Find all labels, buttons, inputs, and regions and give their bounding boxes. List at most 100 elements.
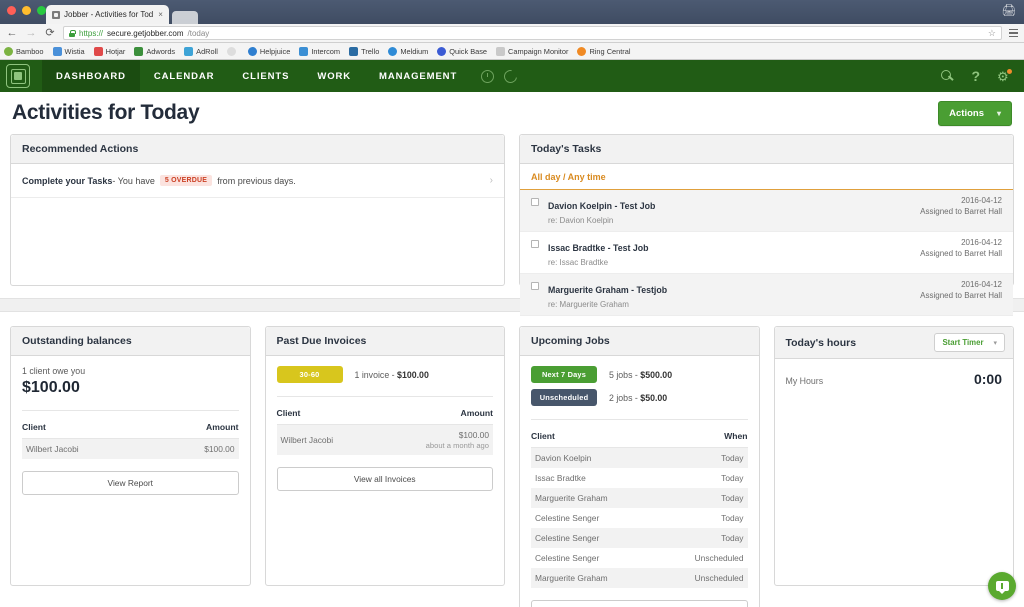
cell-client: Celestine Senger <box>535 513 600 523</box>
past-due-table: Client Amount Wilbert Jacobi $100.00 about… <box>276 405 493 455</box>
help-icon[interactable]: ? <box>971 69 980 83</box>
menu-icon[interactable] <box>1009 28 1018 38</box>
forward-button[interactable]: → <box>25 27 37 39</box>
actions-button[interactable]: Actions ▾ <box>938 100 1012 126</box>
bookmark-item[interactable]: Helpjuice <box>247 46 291 56</box>
recommended-action-item[interactable]: Complete your Tasks - You have 5 OVERDUE… <box>11 164 504 198</box>
bookmark-item[interactable]: Bamboo <box>4 46 44 56</box>
jobs-filter-row[interactable]: Unscheduled 2 jobs - $50.00 <box>531 389 748 406</box>
todays-tasks-title: Today's Tasks <box>520 135 1013 164</box>
past-due-filter-row[interactable]: 30-60 1 invoice - $100.00 <box>276 366 494 383</box>
jobs-filter-row[interactable]: Next 7 Days 5 jobs - $500.00 <box>531 366 748 383</box>
maximize-window-button[interactable] <box>37 6 46 15</box>
bookmark-item[interactable]: Intercom <box>299 46 340 56</box>
bookmark-favicon-icon <box>299 46 309 56</box>
bookmark-favicon-icon <box>349 46 359 56</box>
minimize-window-button[interactable] <box>22 6 31 15</box>
todays-hours-card: Today's hours Start Timer ▾ My Hours 0:0… <box>773 326 1014 586</box>
outstanding-balances-column: Outstanding balances 1 client owe you $1… <box>10 326 251 586</box>
bookmark-item[interactable]: Hotjar <box>93 46 125 56</box>
browser-window: Jobber - Activities for Tod × 🖨 ← → ⟳ ht… <box>0 0 1024 607</box>
bookmark-item[interactable]: Trello <box>349 46 379 56</box>
table-row[interactable]: Issac Bradtke Today <box>531 468 748 488</box>
view-all-invoices-button[interactable]: View all Invoices <box>276 467 493 491</box>
bookmark-item[interactable]: Wistia <box>52 46 85 56</box>
chevron-right-icon[interactable]: › <box>490 175 493 186</box>
toolbar-right <box>1009 28 1018 38</box>
app-navbar: Dashboard Calendar Clients Work Management ?… <box>0 60 1024 92</box>
table-row[interactable]: Wilbert Jacobi $100.00 about a month ago <box>276 424 493 455</box>
task-checkbox[interactable] <box>531 282 539 290</box>
column-header-amount: Amount <box>156 419 239 439</box>
table-row[interactable]: Marguerite Graham Unscheduled <box>531 568 748 588</box>
aging-badge-30-60[interactable]: 30-60 <box>276 366 343 383</box>
jobber-logo-icon[interactable] <box>6 64 30 88</box>
chevron-down-icon: ▾ <box>993 339 997 347</box>
divider <box>276 396 493 397</box>
bookmark-star-icon[interactable]: ☆ <box>988 28 996 39</box>
task-main: Davion Koelpin - Test Job re: Davion Koel… <box>548 196 920 225</box>
start-timer-button[interactable]: Start Timer ▾ <box>934 333 1005 352</box>
close-window-button[interactable] <box>7 6 16 15</box>
bookmark-item[interactable]: Adwords <box>134 46 175 56</box>
browser-titlebar: Jobber - Activities for Tod × 🖨 <box>0 0 1024 24</box>
window-controls[interactable] <box>7 6 46 15</box>
recommended-action-mid: - You have <box>112 175 155 186</box>
chat-bubble-button[interactable] <box>988 572 1016 600</box>
task-row[interactable]: Marguerite Graham - Testjob re: Marguerit… <box>520 274 1013 316</box>
bookmark-item[interactable]: Quick Base <box>437 46 487 56</box>
nav-item-management[interactable]: Management <box>365 60 471 92</box>
task-checkbox[interactable] <box>531 198 539 206</box>
jobs-filter-badge[interactable]: Next 7 Days <box>531 366 597 383</box>
clock-icon[interactable] <box>481 69 495 83</box>
table-row[interactable]: Celestine Senger Today <box>531 528 748 548</box>
bookmark-item[interactable]: Ring Central <box>577 46 631 56</box>
my-hours-label: My Hours <box>785 376 824 386</box>
start-timer-label: Start Timer <box>942 338 984 347</box>
table-row[interactable]: Wilbert Jacobi $100.00 <box>22 438 239 459</box>
bookmark-favicon-icon <box>184 46 194 56</box>
address-bar[interactable]: https://secure.getjobber.com/today ☆ <box>63 26 1002 40</box>
task-checkbox[interactable] <box>531 240 539 248</box>
nav-item-clients[interactable]: Clients <box>228 60 303 92</box>
show-more-jobs-button[interactable]: Show 1 more jobs <box>531 600 748 607</box>
cell-client: Issac Bradtke <box>535 473 586 483</box>
search-icon[interactable] <box>941 69 954 83</box>
jobs-filter-summary: 5 jobs - $500.00 <box>609 370 672 380</box>
task-date: 2016-04-12 <box>961 196 1002 205</box>
app-nav-right: ? ⚙ <box>941 68 1024 83</box>
todays-hours-title: Today's hours <box>785 336 857 349</box>
back-button[interactable]: ← <box>6 27 18 39</box>
view-report-button[interactable]: View Report <box>22 471 239 495</box>
bookmark-item[interactable]: Meldium <box>388 46 428 56</box>
table-row[interactable]: Marguerite Graham Today <box>531 488 748 508</box>
task-date: 2016-04-12 <box>961 280 1002 289</box>
close-icon[interactable]: × <box>158 10 163 19</box>
browser-tab[interactable]: Jobber - Activities for Tod × <box>46 5 169 24</box>
column-header-amount: Amount <box>375 405 493 425</box>
table-row[interactable]: Davion Koelpin Today <box>531 447 748 468</box>
jobs-filter-badge[interactable]: Unscheduled <box>531 389 597 406</box>
gear-icon[interactable]: ⚙ <box>997 68 1012 83</box>
table-row[interactable]: Celestine Senger Today <box>531 508 748 528</box>
notification-dot <box>1007 68 1012 74</box>
divider <box>22 410 239 411</box>
bookmark-item[interactable]: Campaign Monitor <box>496 46 568 56</box>
new-tab-button[interactable] <box>171 11 198 24</box>
my-hours-value: 0:00 <box>973 371 1002 387</box>
refresh-icon[interactable] <box>501 66 520 86</box>
bookmark-label: Helpjuice <box>259 46 291 56</box>
task-assignee: Assigned to Barret Hall <box>920 291 1002 300</box>
reload-button[interactable]: ⟳ <box>44 27 56 39</box>
bookmark-item[interactable]: AdRoll <box>184 46 218 56</box>
cell-when: Unscheduled <box>659 568 748 588</box>
nav-item-work[interactable]: Work <box>303 60 365 92</box>
page-favicon <box>52 10 60 19</box>
task-row[interactable]: Issac Bradtke - Test Job re: Issac Bradtk… <box>520 232 1013 274</box>
nav-item-dashboard[interactable]: Dashboard <box>42 60 140 92</box>
nav-item-calendar[interactable]: Calendar <box>140 60 229 92</box>
table-row[interactable]: Celestine Senger Unscheduled <box>531 548 748 568</box>
table-header-row: Client Amount <box>276 405 493 425</box>
bookmark-item[interactable] <box>226 46 239 56</box>
task-row[interactable]: Davion Koelpin - Test Job re: Davion Koel… <box>520 190 1013 232</box>
